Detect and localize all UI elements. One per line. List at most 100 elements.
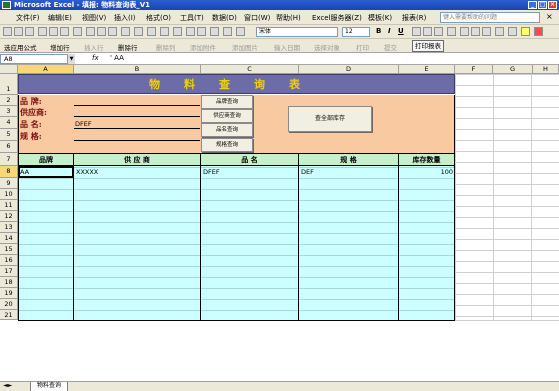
row-header-19[interactable]: 19 <box>0 288 18 299</box>
menu-window[interactable]: 窗口(W) <box>244 13 270 23</box>
apply-formula-button[interactable]: 选应用公式 <box>4 42 37 52</box>
column-header-d[interactable]: D <box>299 65 399 74</box>
column-header-g[interactable]: G <box>493 65 533 74</box>
name-box-dropdown-icon[interactable]: ▼ <box>68 54 75 64</box>
save-icon[interactable] <box>25 27 34 36</box>
font-size-select[interactable]: 12 <box>342 27 370 37</box>
row-header-2[interactable]: 2 <box>0 95 18 106</box>
increase-indent-icon[interactable] <box>495 27 504 36</box>
italic-button[interactable]: I <box>388 27 391 35</box>
currency-icon[interactable] <box>460 27 469 36</box>
select-all-corner[interactable] <box>0 65 18 74</box>
name-box[interactable]: A8 <box>0 54 68 64</box>
row-header-10[interactable]: 10 <box>0 189 18 200</box>
add-attachment-button[interactable]: 添加附件 <box>190 42 216 52</box>
column-header-c[interactable]: C <box>201 65 299 74</box>
sort-desc-icon[interactable] <box>197 27 206 36</box>
minimize-icon[interactable]: _ <box>528 1 537 9</box>
menu-format[interactable]: 格式(O) <box>146 13 171 23</box>
print-preview-icon[interactable] <box>60 27 69 36</box>
formula-input[interactable]: ' AA <box>110 54 124 62</box>
menu-insert[interactable]: 插入(I) <box>114 13 136 23</box>
row-header-21[interactable]: 21 <box>0 310 18 320</box>
format-painter-icon[interactable] <box>121 27 130 36</box>
table-row-name[interactable]: DFEF <box>203 168 220 176</box>
row-header-17[interactable]: 17 <box>0 266 18 277</box>
add-image-button[interactable]: 添加图片 <box>232 42 258 52</box>
column-header-e[interactable]: E <box>399 65 455 74</box>
column-header-f[interactable]: F <box>455 65 493 74</box>
comma-style-icon[interactable] <box>482 27 491 36</box>
workbook-close-icon[interactable]: × <box>546 12 553 21</box>
select-object-button[interactable]: 选择对象 <box>314 42 340 52</box>
menu-report[interactable]: 报表(R) <box>402 13 426 23</box>
insert-row-button[interactable]: 插入行 <box>84 42 104 52</box>
row-header-1[interactable]: 1 <box>0 74 18 95</box>
underline-button[interactable]: U <box>398 27 404 35</box>
help-search-input[interactable]: 键入需要帮助的问题 <box>440 12 540 23</box>
submit-button[interactable]: 提交 <box>384 42 397 52</box>
print-icon[interactable] <box>49 27 58 36</box>
close-icon[interactable]: × <box>548 1 557 9</box>
autosum-icon[interactable] <box>173 27 182 36</box>
font-name-select[interactable]: 宋体 <box>256 27 338 37</box>
name-query-button[interactable]: 品名查询 <box>201 123 253 137</box>
results-table-body[interactable] <box>18 166 455 320</box>
merge-center-icon[interactable] <box>447 27 456 36</box>
menu-data[interactable]: 数据(D) <box>212 13 237 23</box>
brand-query-button[interactable]: 品牌查询 <box>201 95 253 109</box>
row-header-8[interactable]: 8 <box>0 166 18 178</box>
row-header-9[interactable]: 9 <box>0 178 18 189</box>
menu-tools[interactable]: 工具(T) <box>180 13 204 23</box>
name-input-line[interactable] <box>74 128 200 129</box>
drawing-icon[interactable] <box>223 27 232 36</box>
column-header-h[interactable]: H <box>533 65 559 74</box>
menu-view[interactable]: 视图(V) <box>82 13 106 23</box>
row-header-5[interactable]: 5 <box>0 129 18 141</box>
menu-help[interactable]: 帮助(H) <box>276 13 301 23</box>
column-header-a[interactable]: A <box>18 65 74 74</box>
row-header-16[interactable]: 16 <box>0 255 18 266</box>
print-report-button[interactable]: 打印报表 <box>412 40 444 52</box>
row-header-11[interactable]: 11 <box>0 200 18 211</box>
empty-grid-area[interactable] <box>455 74 559 320</box>
row-header-3[interactable]: 3 <box>0 106 18 117</box>
print-button[interactable]: 打印 <box>356 42 369 52</box>
fill-color-icon[interactable] <box>521 27 530 36</box>
row-header-4[interactable]: 4 <box>0 117 18 129</box>
bold-button[interactable]: B <box>376 27 381 35</box>
paste-icon[interactable] <box>108 27 117 36</box>
delete-column-button[interactable]: 删除列 <box>156 42 176 52</box>
help-icon[interactable] <box>236 27 245 36</box>
row-header-15[interactable]: 15 <box>0 244 18 255</box>
borders-icon[interactable] <box>508 27 517 36</box>
cut-icon[interactable] <box>86 27 95 36</box>
redo-icon[interactable] <box>147 27 156 36</box>
undo-icon[interactable] <box>134 27 143 36</box>
supplier-query-button[interactable]: 供应商查询 <box>201 109 253 123</box>
column-header-b[interactable]: B <box>74 65 201 74</box>
input-date-button[interactable]: 输入日期 <box>274 42 300 52</box>
delete-row-button[interactable]: 删除行 <box>118 42 138 52</box>
hyperlink-icon[interactable] <box>160 27 169 36</box>
percent-icon[interactable] <box>471 27 480 36</box>
name-input-value[interactable]: DFEF <box>75 120 92 128</box>
row-header-13[interactable]: 13 <box>0 222 18 233</box>
menu-template[interactable]: 模板(K) <box>368 13 392 23</box>
brand-input-line[interactable] <box>74 105 200 106</box>
empty-grid-lower[interactable] <box>18 320 559 381</box>
align-right-icon[interactable] <box>434 27 443 36</box>
menu-edit[interactable]: 编辑(E) <box>48 13 72 23</box>
row-header-6[interactable]: 6 <box>0 141 18 153</box>
align-left-icon[interactable] <box>412 27 421 36</box>
font-color-icon[interactable] <box>534 27 543 36</box>
all-stock-button[interactable]: 查全部库存 <box>288 106 372 132</box>
table-row-supplier[interactable]: XXXXX <box>76 168 98 176</box>
chart-wizard-icon[interactable] <box>210 27 219 36</box>
menu-file[interactable]: 文件(F) <box>16 13 40 23</box>
tab-scroll-icon[interactable]: ◄► <box>3 382 12 389</box>
new-file-icon[interactable] <box>3 27 12 36</box>
sort-asc-icon[interactable] <box>186 27 195 36</box>
row-header-14[interactable]: 14 <box>0 233 18 244</box>
add-row-button[interactable]: 增加行 <box>50 42 70 52</box>
